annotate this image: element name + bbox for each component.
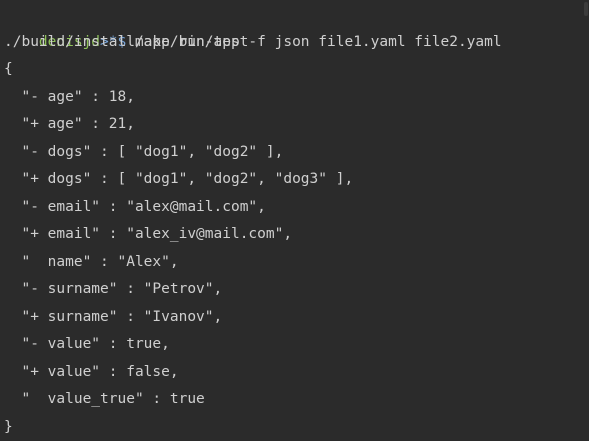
- output-line: " value_true" : true: [4, 391, 205, 407]
- output-line: "- age" : 18,: [4, 88, 135, 105]
- output-line: "+ value" : false,: [4, 363, 179, 380]
- output-line: "- dogs" : [ "dog1", "dog2" ],: [4, 143, 284, 160]
- terminal-window[interactable]: denisjd>*$ make run-test ./build/install/…: [0, 0, 589, 441]
- scrollbar[interactable]: [583, 0, 589, 441]
- output-line: "+ age" : 21,: [4, 116, 135, 132]
- output-line: "- surname" : "Petrov",: [4, 281, 223, 297]
- output-line: "- email" : "alex@mail.com",: [4, 198, 266, 215]
- output-line: "+ surname" : "Ivanov",: [4, 308, 223, 325]
- output-line: "+ dogs" : [ "dog1", "dog2", "dog3" ],: [4, 171, 354, 187]
- output-line: "+ email" : "alex_iv@mail.com",: [4, 226, 293, 242]
- output-line: }: [4, 418, 13, 435]
- output-line: "- value" : true,: [4, 336, 170, 352]
- json-output: { "- age" : 18, "+ age" : 21, "- dogs" :…: [4, 56, 589, 441]
- command-echo: ./build/install/app/bin/app -f json file…: [4, 33, 502, 50]
- prompt-line: denisjd>*$ make run-test: [4, 1, 589, 50]
- scroll-thumb[interactable]: [584, 2, 588, 16]
- output-line: " name" : "Alex",: [4, 253, 179, 270]
- output-line: {: [4, 61, 13, 77]
